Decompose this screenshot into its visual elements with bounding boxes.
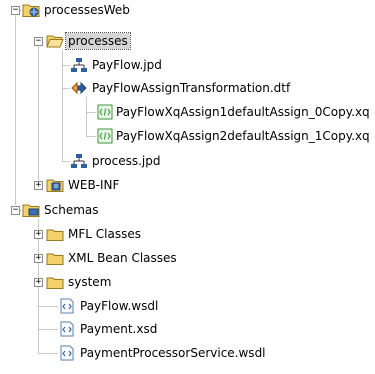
- tree-node-label: PayFlowXqAssign1defaultAssign_0Copy.xq: [116, 105, 370, 119]
- tree-node-system[interactable]: + system: [0, 274, 375, 296]
- tree-node-payment-xsd[interactable]: Payment.xsd: [0, 321, 375, 343]
- expand-toggle-icon[interactable]: +: [34, 278, 43, 287]
- tree-node-label: Schemas: [44, 203, 99, 217]
- tree-node-label: PayFlowAssignTransformation.dtf: [92, 81, 291, 95]
- project-tree: − processesWeb − processes PayFlow.jpd PayFlo…: [0, 0, 375, 374]
- expand-toggle-icon[interactable]: +: [34, 230, 43, 239]
- tree-node-payflowassign-dtf[interactable]: PayFlowAssignTransformation.dtf: [0, 80, 375, 102]
- xquery-icon: [96, 104, 114, 120]
- wsdl-file-icon: [58, 298, 76, 314]
- tree-node-label: WEB-INF: [68, 178, 120, 192]
- web-inf-folder-icon: [46, 177, 64, 193]
- tree-node-label: PayFlow.wsdl: [80, 299, 159, 313]
- tree-node-label: PayFlow.jpd: [92, 58, 162, 72]
- transformation-icon: [70, 80, 88, 96]
- collapse-toggle-icon[interactable]: −: [34, 37, 43, 46]
- schema-project-icon: [22, 202, 40, 218]
- tree-node-paymentprocessor-wsdl[interactable]: PaymentProcessorService.wsdl: [0, 345, 375, 367]
- folder-open-icon: [46, 33, 64, 49]
- tree-node-label: processes: [65, 32, 131, 50]
- tree-node-processesWeb[interactable]: − processesWeb: [0, 2, 375, 24]
- wsdl-file-icon: [58, 345, 76, 361]
- collapse-toggle-icon[interactable]: −: [11, 206, 20, 215]
- collapse-toggle-icon[interactable]: −: [11, 6, 20, 15]
- folder-icon: [46, 274, 64, 290]
- xquery-icon: [96, 128, 114, 144]
- process-icon: [70, 153, 88, 169]
- expand-toggle-icon[interactable]: +: [34, 181, 43, 190]
- tree-node-payflow-jpd[interactable]: PayFlow.jpd: [0, 57, 375, 79]
- tree-node-label: process.jpd: [92, 154, 161, 168]
- tree-node-xml-bean-classes[interactable]: + XML Bean Classes: [0, 250, 375, 272]
- tree-node-label: Payment.xsd: [80, 322, 158, 336]
- tree-node-label: system: [68, 275, 112, 289]
- tree-node-xq-assign1[interactable]: PayFlowXqAssign1defaultAssign_0Copy.xq: [0, 104, 375, 126]
- tree-node-label: PaymentProcessorService.wsdl: [80, 346, 266, 360]
- tree-node-label: PayFlowXqAssign2defaultAssign_1Copy.xq: [116, 129, 370, 143]
- web-project-icon: [22, 2, 40, 18]
- tree-node-process-jpd[interactable]: process.jpd: [0, 153, 375, 175]
- tree-node-schemas[interactable]: − Schemas: [0, 202, 375, 224]
- expand-toggle-icon[interactable]: +: [34, 254, 43, 263]
- tree-node-xq-assign2[interactable]: PayFlowXqAssign2defaultAssign_1Copy.xq: [0, 128, 375, 150]
- tree-node-label: MFL Classes: [68, 227, 141, 241]
- folder-icon: [46, 250, 64, 266]
- xsd-file-icon: [58, 321, 76, 337]
- tree-node-label: processesWeb: [44, 3, 130, 17]
- folder-icon: [46, 226, 64, 242]
- tree-node-web-inf[interactable]: + WEB-INF: [0, 177, 375, 199]
- tree-node-mfl-classes[interactable]: + MFL Classes: [0, 226, 375, 248]
- tree-node-payflow-wsdl[interactable]: PayFlow.wsdl: [0, 298, 375, 320]
- tree-node-processes[interactable]: − processes: [0, 32, 375, 55]
- process-icon: [70, 57, 88, 73]
- tree-node-label: XML Bean Classes: [68, 251, 177, 265]
